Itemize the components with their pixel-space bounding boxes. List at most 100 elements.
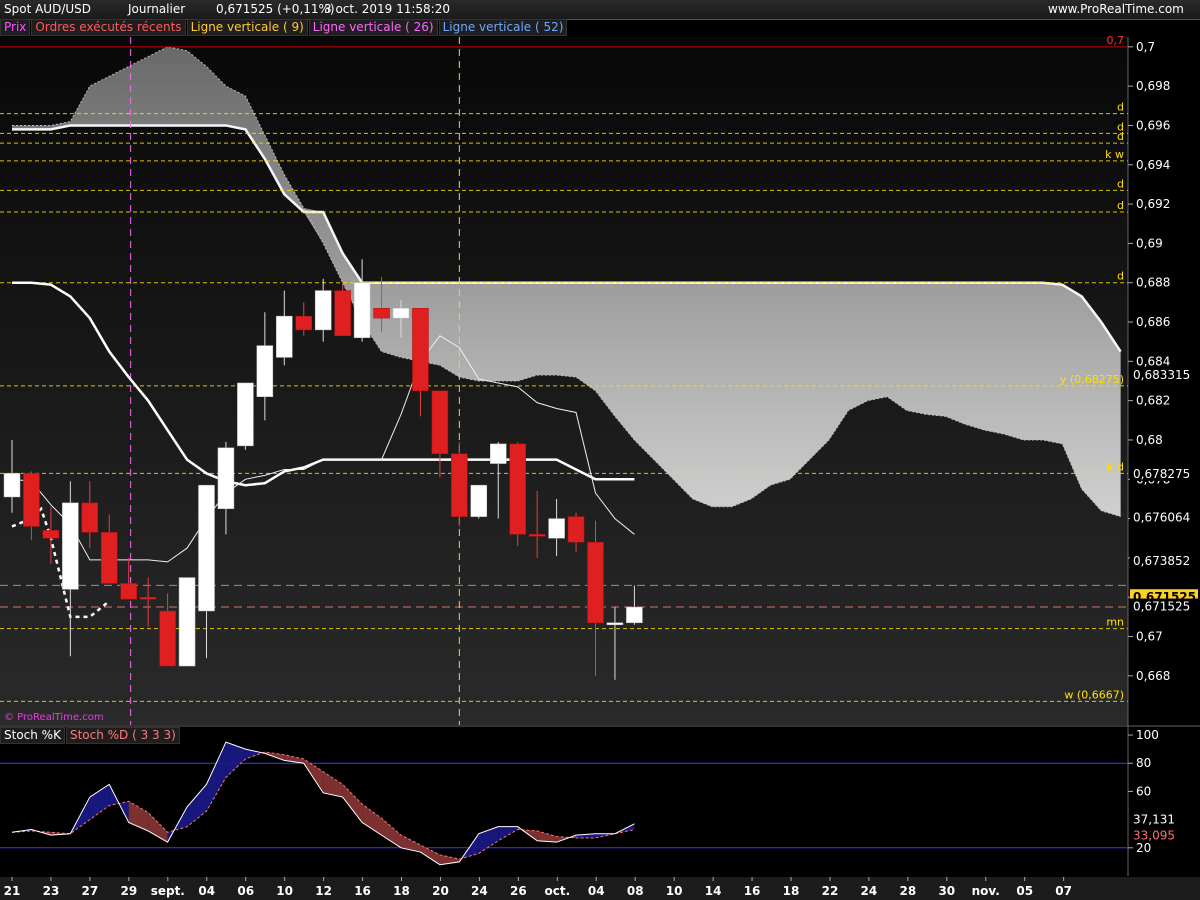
guide-tag: d xyxy=(1117,101,1124,114)
candle-down xyxy=(159,610,176,667)
candle-up xyxy=(276,315,293,358)
date-tick-label: 08 xyxy=(627,884,644,898)
stoch-panel-background xyxy=(0,728,1128,876)
date-tick-label: 07 xyxy=(1055,884,1072,898)
date-tick-label: 06 xyxy=(237,884,254,898)
date-tick-label: 04 xyxy=(588,884,605,898)
date-tick-label: 05 xyxy=(1016,884,1033,898)
candle-down xyxy=(81,502,99,533)
price-tick-label: 0,698 xyxy=(1136,79,1170,93)
date-tick-label: 14 xyxy=(705,884,722,898)
price-tick-label: 0,668 xyxy=(1136,669,1170,683)
price-tick-label: 0,67 xyxy=(1136,630,1163,644)
guide-tag: d xyxy=(1117,270,1124,283)
guide-tag: d xyxy=(1117,177,1124,190)
date-tick-label: 22 xyxy=(822,884,839,898)
candle-down xyxy=(587,541,604,624)
candle-down xyxy=(139,596,157,600)
price-value-label: 0,671525 xyxy=(1133,600,1190,614)
date-tick-label: nov. xyxy=(972,884,1000,898)
guide-tag: d xyxy=(1117,130,1124,143)
stoch-tick-label: 80 xyxy=(1136,756,1151,770)
price-tick-label: 0,692 xyxy=(1136,197,1170,211)
date-tick-label: 29 xyxy=(120,884,137,898)
price-value-label: 0,683315 xyxy=(1133,368,1190,382)
candle-up xyxy=(626,606,643,624)
candle-up xyxy=(314,290,332,331)
candle-up xyxy=(198,484,215,612)
price-tick-label: 0,696 xyxy=(1136,118,1170,132)
guide-tag: d xyxy=(1117,199,1124,212)
candle-up xyxy=(353,282,371,339)
price-tick-label: 0,682 xyxy=(1136,394,1170,408)
candle-up xyxy=(62,502,79,590)
date-tick-label: 16 xyxy=(354,884,371,898)
date-tick-label: 10 xyxy=(666,884,683,898)
guide-tag: w (0,6667) xyxy=(1064,688,1124,701)
candle-up xyxy=(217,447,235,510)
date-tick-label: 28 xyxy=(899,884,916,898)
candle-down xyxy=(528,534,546,537)
candle-up xyxy=(256,345,274,397)
price-tick-label: 0,694 xyxy=(1136,158,1170,172)
stoch-tick-label: 20 xyxy=(1136,841,1151,855)
candle-up xyxy=(392,308,410,319)
date-tick-label: 27 xyxy=(82,884,99,898)
price-tick-label: 0,7 xyxy=(1136,40,1155,54)
candle-up xyxy=(548,518,565,539)
guide-tag: y (0,68275) xyxy=(1060,373,1124,386)
price-chart[interactable]: dddk wdddy (0,68275)k dmnw (0,6667)0,7 0,… xyxy=(0,0,1200,900)
stoch-d-label[interactable]: Stoch %D ( 3 3 3) xyxy=(65,727,180,744)
guide-tag: k d xyxy=(1107,460,1124,473)
stoch-value-label: 37,131 xyxy=(1133,813,1175,827)
candle-down xyxy=(101,532,118,584)
date-tick-label: 24 xyxy=(861,884,878,898)
candle-up xyxy=(237,382,254,447)
price-tick-label: 0,68 xyxy=(1136,433,1163,447)
price-value-label: 0,678275 xyxy=(1133,467,1190,481)
date-tick-label: 21 xyxy=(4,884,21,898)
date-tick-label: oct. xyxy=(544,884,570,898)
stoch-k-label[interactable]: Stoch %K xyxy=(0,727,65,744)
date-tick-label: 12 xyxy=(315,884,332,898)
date-tick-label: 23 xyxy=(43,884,60,898)
price-value-label: 0,673852 xyxy=(1133,554,1190,568)
credit-text: © ProRealTime.com xyxy=(4,712,104,723)
date-tick-label: 20 xyxy=(432,884,449,898)
guide-tag: k w xyxy=(1105,148,1124,161)
date-tick-label: sept. xyxy=(151,884,185,898)
date-tick-label: 24 xyxy=(471,884,488,898)
date-tick-label: 10 xyxy=(276,884,293,898)
date-tick-label: 30 xyxy=(938,884,955,898)
price-tick-label: 0,69 xyxy=(1136,236,1163,250)
candle-down xyxy=(451,453,468,517)
stoch-legend: Stoch %K Stoch %D ( 3 3 3) xyxy=(0,727,181,744)
candle-up xyxy=(490,443,507,464)
candle-down xyxy=(120,583,137,600)
candle-up xyxy=(3,473,21,498)
candle-down xyxy=(295,315,312,331)
date-tick-label: 18 xyxy=(393,884,410,898)
candle-down xyxy=(509,443,526,535)
price-tick-label: 0,684 xyxy=(1136,354,1170,368)
date-tick-label: 18 xyxy=(783,884,800,898)
candle-up xyxy=(606,622,624,626)
candle-down xyxy=(334,290,351,337)
candle-up xyxy=(470,484,488,517)
price-tick-label: 0,686 xyxy=(1136,315,1170,329)
candle-down xyxy=(373,308,390,319)
candle-up xyxy=(178,577,196,667)
date-tick-label: 04 xyxy=(198,884,215,898)
price-value-label: 0,676064 xyxy=(1133,510,1190,524)
stoch-tick-label: 100 xyxy=(1136,728,1159,742)
stoch-tick-label: 60 xyxy=(1136,784,1151,798)
date-tick-label: 16 xyxy=(744,884,761,898)
candle-down xyxy=(431,390,449,454)
candle-down xyxy=(567,516,585,543)
date-tick-label: 26 xyxy=(510,884,527,898)
guide-tag: mn xyxy=(1106,616,1124,629)
candle-down xyxy=(23,473,40,527)
candle-down xyxy=(412,308,429,392)
marker-line-label: 0,7 xyxy=(1107,34,1125,47)
price-tick-label: 0,688 xyxy=(1136,276,1170,290)
